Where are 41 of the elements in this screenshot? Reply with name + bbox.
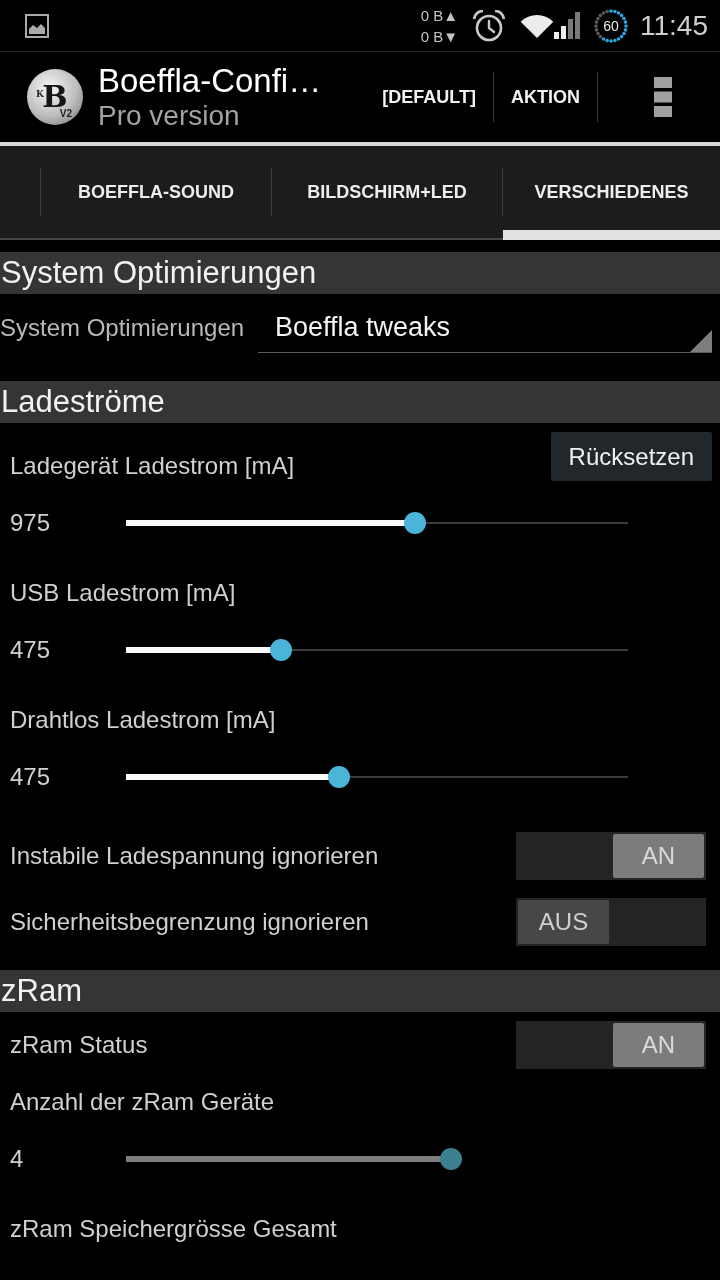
overflow-menu-icon[interactable] [654, 77, 672, 117]
battery-level-text: 60 [603, 17, 619, 34]
tab[interactable]: BOEFFLA-SOUND [41, 146, 271, 238]
value-reading: 475 [10, 763, 52, 791]
setting-label: USB Ladestrom [mA] [10, 578, 236, 608]
section-header: System Optimierungen [0, 252, 720, 294]
slider-thumb[interactable] [270, 639, 292, 661]
action-bar-button[interactable]: [DEFAULT] [365, 52, 493, 142]
action-bar-button[interactable]: AKTION [494, 52, 597, 142]
setting-label: Instabile Ladespannung ignorieren [10, 841, 379, 871]
reset-button[interactable]: Rücksetzen [550, 432, 712, 481]
setting-label: zRam Status [10, 1030, 148, 1060]
tab[interactable]: VERSCHIEDENES [503, 146, 720, 240]
toggle-thumb[interactable]: AUS [518, 900, 609, 944]
setting-label: Sicherheitsbegrenzung ignorieren [10, 907, 369, 937]
tab[interactable]: BILDSCHIRM+LED [272, 146, 502, 238]
wifi-icon [520, 13, 554, 38]
value-reading: 4 [10, 1145, 25, 1173]
toggle-switch[interactable]: AUS [516, 898, 706, 946]
setting-label: Anzahl der zRam Geräte [10, 1087, 275, 1117]
alarm-clock-icon [472, 9, 506, 42]
data-rate-text: 0 B▼ [420, 26, 458, 47]
app-title: Boeffla-Confi… [98, 62, 322, 100]
corner-triangle-icon [690, 330, 712, 352]
section-header: Ladeströme [0, 381, 720, 423]
value-reading: 975 [10, 509, 52, 537]
setting-label: Drahtlos Ladestrom [mA] [10, 705, 276, 735]
battery-ring-icon [594, 8, 628, 43]
data-rate-text: 0 B▲ [420, 5, 458, 26]
value-reading: 475 [10, 636, 52, 664]
clock-time-text: 11:45 [640, 9, 708, 42]
dropdown[interactable]: Boeffla tweaks [258, 303, 712, 353]
section-header: zRam [0, 970, 720, 1012]
picture-icon [25, 13, 49, 38]
setting-label: Ladegerät Ladestrom [mA] [10, 451, 295, 481]
slider-thumb[interactable] [327, 766, 350, 788]
setting-label: zRam Speichergrösse Gesamt [10, 1214, 337, 1244]
app-subtitle: Pro version [98, 100, 241, 132]
slider-thumb[interactable] [404, 512, 427, 534]
setting-label: System Optimierungen [0, 314, 246, 342]
signal-bars-icon [554, 12, 580, 39]
